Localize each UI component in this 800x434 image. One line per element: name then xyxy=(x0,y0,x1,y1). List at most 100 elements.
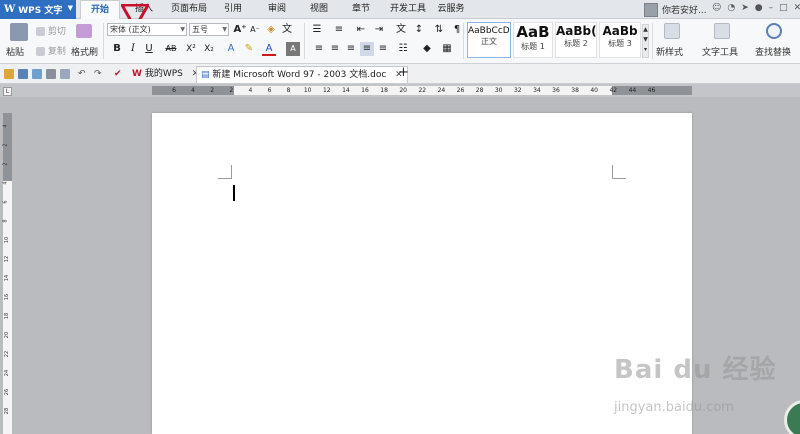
cut-button[interactable]: 剪切 xyxy=(36,24,66,37)
style-label: 标题 2 xyxy=(564,39,588,48)
paragraph-spacing-icon[interactable]: ☷ xyxy=(396,42,410,56)
pin-icon[interactable]: ✔ xyxy=(114,69,124,79)
borders-icon[interactable]: ▦ xyxy=(440,42,454,56)
save-as-icon[interactable] xyxy=(32,69,42,79)
paste-button[interactable]: 粘贴 xyxy=(6,45,24,58)
increase-indent-icon[interactable]: ⇥ xyxy=(372,23,386,37)
bold-button[interactable]: B xyxy=(110,42,124,56)
align-center-icon[interactable]: ≡ xyxy=(328,42,342,56)
bullet-list-icon[interactable]: ☰ xyxy=(310,23,324,37)
margin-corner-mark xyxy=(612,165,626,179)
skin-icon[interactable]: ◔ xyxy=(727,3,735,13)
format-painter-button[interactable]: 格式刷 xyxy=(71,45,98,58)
paste-icon[interactable] xyxy=(10,23,28,41)
grow-font-icon[interactable]: A⁺ xyxy=(233,23,247,37)
tab-label: 新建 Microsoft Word 97 - 2003 文档.doc xyxy=(212,70,387,80)
watermark-logo: Bai du 经验 xyxy=(614,355,777,385)
maximize-icon[interactable]: □ xyxy=(779,3,788,13)
underline-button[interactable]: U xyxy=(142,42,156,56)
ruler-tick-label: 40 xyxy=(590,87,599,94)
help-icon[interactable]: ● xyxy=(755,3,763,13)
font-name-select[interactable]: 宋体 (正文) ▼ xyxy=(107,23,187,36)
highlight-icon[interactable]: ✎ xyxy=(242,42,256,56)
shrink-font-icon[interactable]: A⁻ xyxy=(248,23,262,37)
new-tab-button[interactable]: + xyxy=(394,66,413,83)
style-heading-1[interactable]: AaB 标题 1 xyxy=(513,22,553,58)
text-tools-icon[interactable] xyxy=(714,23,730,39)
line-spacing-icon[interactable]: ↕ xyxy=(412,23,426,37)
new-style-button[interactable]: 新样式 xyxy=(656,45,683,58)
tab-chapter[interactable]: 章节 xyxy=(346,0,376,19)
find-replace-icon[interactable] xyxy=(766,23,782,39)
format-painter-icon[interactable] xyxy=(76,24,92,38)
user-account[interactable]: 你若安好... xyxy=(644,0,707,19)
ruler-tick-label: 4 xyxy=(248,87,253,94)
redo-icon[interactable]: ↷ xyxy=(94,69,104,79)
undo-icon[interactable]: ↶ xyxy=(78,69,88,79)
clear-format-icon[interactable]: ◈ xyxy=(264,23,278,37)
style-heading-3[interactable]: AaBb 标题 3 xyxy=(599,22,641,58)
tab-document[interactable]: ▤ 新建 Microsoft Word 97 - 2003 文档.doc ✕ xyxy=(196,66,408,83)
save-icon[interactable] xyxy=(18,69,28,79)
tab-label: 我的WPS xyxy=(144,69,183,79)
style-sample: AaBb( xyxy=(556,24,596,38)
avatar xyxy=(644,2,658,17)
phonetic-icon[interactable]: 文 xyxy=(280,23,294,37)
tab-review[interactable]: 审阅 xyxy=(262,0,292,19)
chinese-layout-icon[interactable]: 文 xyxy=(394,23,408,37)
tab-my-wps[interactable]: W 我的WPS ✕ xyxy=(128,66,203,83)
new-style-icon[interactable] xyxy=(664,23,680,39)
strikethrough-button[interactable]: AB xyxy=(162,42,180,56)
copy-icon xyxy=(36,47,45,56)
tab-view[interactable]: 视图 xyxy=(304,0,334,19)
distributed-icon[interactable]: ≡ xyxy=(376,42,390,56)
align-right-icon[interactable]: ≡ xyxy=(344,42,358,56)
superscript-button[interactable]: X² xyxy=(184,42,198,56)
subscript-button[interactable]: X₂ xyxy=(202,42,216,56)
minimize-icon[interactable]: – xyxy=(769,3,774,13)
italic-button[interactable]: I xyxy=(126,42,140,56)
share-icon[interactable]: ➤ xyxy=(741,3,749,13)
app-menu-button[interactable]: W WPS 文字 ▼ xyxy=(0,0,76,19)
doc-file-icon: ▤ xyxy=(201,70,210,80)
sort-icon[interactable]: ⇅ xyxy=(432,23,446,37)
tab-page-layout[interactable]: 页面布局 xyxy=(166,0,212,19)
tab-cloud-service[interactable]: 云服务 xyxy=(434,0,468,19)
app-name: WPS 文字 xyxy=(18,6,63,16)
justify-icon[interactable]: ≡ xyxy=(360,42,374,56)
tab-developer-tools[interactable]: 开发工具 xyxy=(386,0,430,19)
copy-button[interactable]: 复制 xyxy=(36,44,66,57)
print-preview-icon[interactable] xyxy=(60,69,70,79)
ruler-tick-label: 2 xyxy=(229,87,234,94)
tab-home[interactable]: 开始 xyxy=(80,0,120,20)
show-marks-icon[interactable]: ¶ xyxy=(450,23,464,37)
text-cursor xyxy=(233,185,235,201)
tab-stop-selector[interactable]: L xyxy=(3,87,12,96)
style-normal[interactable]: AaBbCcDd 正文 xyxy=(467,22,511,58)
smiley-icon[interactable]: ☺ xyxy=(712,3,721,13)
quick-access-bar: ↶ ↷ ✔ W 我的WPS ✕ ▤ 新建 Microsoft Word 97 -… xyxy=(0,64,800,84)
ruler-tick-label: 22 xyxy=(418,87,427,94)
horizontal-ruler[interactable]: 6 4 2 2 4 6 8 10 12 14 16 18 20 22 24 26 28 30 32 34 36 38 40 4… xyxy=(152,86,692,95)
close-icon[interactable]: ✕ xyxy=(794,3,800,13)
open-folder-icon[interactable] xyxy=(4,69,14,79)
char-shading-icon[interactable]: A xyxy=(286,42,300,56)
font-color-icon[interactable]: A xyxy=(262,42,276,56)
find-replace-button[interactable]: 查找替换 xyxy=(755,45,791,58)
document-page[interactable] xyxy=(152,113,692,434)
divider xyxy=(463,23,464,59)
numbered-list-icon[interactable]: ≡ xyxy=(332,23,346,37)
text-effect-icon[interactable]: A xyxy=(224,42,238,56)
style-heading-2[interactable]: AaBb( 标题 2 xyxy=(555,22,597,58)
styles-scroll[interactable]: ▲ ▼ ▾ xyxy=(642,24,649,58)
decrease-indent-icon[interactable]: ⇤ xyxy=(354,23,368,37)
print-icon[interactable] xyxy=(46,69,56,79)
shading-icon[interactable]: ◆ xyxy=(420,42,434,56)
align-left-icon[interactable]: ≡ xyxy=(312,42,326,56)
font-size-select[interactable]: 五号 ▼ xyxy=(189,23,229,36)
menu-bar: W WPS 文字 ▼ 开始 插入 页面布局 引用 审阅 视图 章节 开发工具 云… xyxy=(0,0,800,20)
vertical-ruler[interactable]: 4 2 2 4 6 8 10 12 14 16 18 20 22 24 26 28 xyxy=(3,113,12,434)
tab-references[interactable]: 引用 xyxy=(218,0,248,19)
text-tools-button[interactable]: 文字工具 xyxy=(702,45,738,58)
ruler-tick-label: 2 xyxy=(2,143,9,147)
